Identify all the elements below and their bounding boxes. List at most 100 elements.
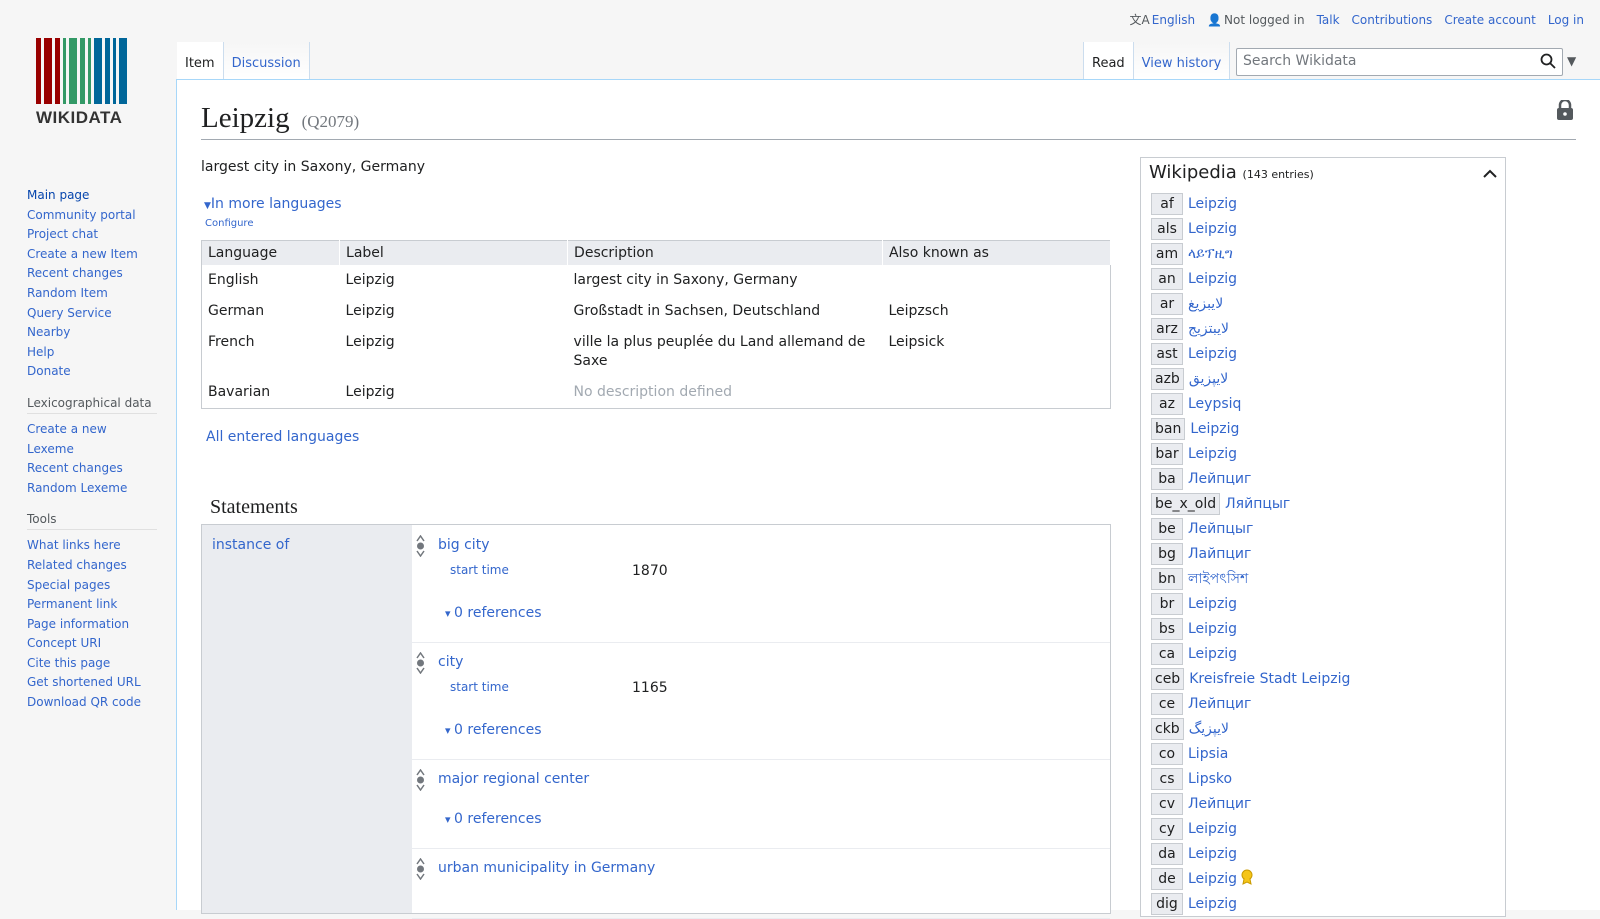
sitelink-title-link[interactable]: Leipzig	[1188, 221, 1237, 237]
statement-value-link[interactable]: city	[438, 654, 463, 670]
sitelink-title-link[interactable]: লাইপৎসিশ	[1188, 567, 1248, 591]
sidebar-item-what-links-here[interactable]: What links here	[27, 536, 157, 556]
sidebar-item-main-page[interactable]: Main page	[27, 186, 157, 206]
sitelink-site-code: ceb	[1151, 667, 1185, 690]
sitelink-title-link[interactable]: Leipzig	[1188, 446, 1237, 462]
sitelink-site-code: be	[1151, 517, 1183, 540]
sidebar-item-special-pages[interactable]: Special pages	[27, 576, 157, 596]
sitelink-title-link[interactable]: Leipzig	[1188, 346, 1237, 362]
all-entered-languages-link[interactable]: All entered languages	[206, 429, 359, 445]
sitelink-title-link[interactable]: Лейпциг	[1188, 471, 1251, 487]
good-article-icon	[1241, 869, 1253, 889]
sitelink-title-link[interactable]: Лайпциг	[1188, 546, 1251, 562]
sitelink-title-link[interactable]: Leipzig	[1188, 271, 1237, 287]
rank-normal-icon[interactable]	[416, 768, 425, 795]
references-toggle[interactable]: ▾ 0 references	[445, 811, 542, 827]
sidebar-item-lexeme-recent-changes[interactable]: Recent changes	[27, 459, 157, 479]
statement-value-link[interactable]: urban municipality in Germany	[438, 860, 655, 876]
language-selector[interactable]: 文A English	[1130, 11, 1196, 28]
configure-link[interactable]: Configure	[205, 218, 253, 229]
search-input[interactable]	[1237, 49, 1529, 73]
references-label: 0 references	[454, 722, 542, 738]
tools-links: What links here Related changes Special pa…	[27, 536, 157, 712]
sitelink-title-link[interactable]: Leipzig	[1188, 871, 1237, 887]
sitelink-title-link[interactable]: Leipzig	[1188, 196, 1237, 212]
qualifier-property-link[interactable]: start time	[450, 563, 509, 577]
sitelink-title-link[interactable]: Leipzig	[1188, 646, 1237, 662]
statement-value-link[interactable]: major regional center	[438, 771, 589, 787]
sitelink-title-link[interactable]: Лейпцыг	[1188, 521, 1253, 537]
references-toggle[interactable]: ▾ 0 references	[445, 605, 542, 621]
sidebar-item-get-shortened-url[interactable]: Get shortened URL	[27, 673, 157, 693]
language-link[interactable]: English	[1152, 13, 1195, 27]
sidebar-item-download-qr-code[interactable]: Download QR code	[27, 693, 157, 713]
sidebar-item-nearby[interactable]: Nearby	[27, 323, 157, 343]
property-link[interactable]: instance of	[212, 537, 289, 553]
sitelink-site-code: ce	[1151, 692, 1183, 715]
tab-read[interactable]: Read	[1083, 42, 1134, 79]
sitelink-title-link[interactable]: Leypsiq	[1188, 396, 1241, 412]
lock-icon[interactable]	[1556, 98, 1574, 124]
sitelink-title-link[interactable]: Leipzig	[1188, 821, 1237, 837]
sidebar-item-page-information[interactable]: Page information	[27, 615, 157, 635]
sitelink-title-link[interactable]: ላይፕዚግ	[1188, 246, 1233, 262]
sitelink-title-link[interactable]: Ляйпцыг	[1225, 496, 1290, 512]
sitelink-site-code: azb	[1151, 367, 1184, 390]
sitelink-row: cy Leipzig	[1151, 816, 1350, 841]
language-table-body: English Leipzig largest city in Saxony, Ge…	[202, 265, 1111, 409]
sidebar-item-lexeme-create-a-new-lexeme[interactable]: Create a new Lexeme	[27, 420, 157, 459]
sitelink-title-link[interactable]: Leipzig	[1188, 596, 1237, 612]
sitelink-title-link[interactable]: Kreisfreie Stadt Leipzig	[1189, 671, 1350, 687]
tab-view-history[interactable]: View history	[1133, 42, 1231, 79]
sitelink-title-link[interactable]: Leipzig	[1188, 621, 1237, 637]
sitelink-title-link[interactable]: Leipzig	[1188, 896, 1237, 912]
in-more-languages-toggle[interactable]: ▼In more languages	[204, 196, 342, 212]
sitelink-site-code: af	[1151, 192, 1183, 215]
tab-discussion[interactable]: Discussion	[223, 42, 310, 79]
item-label: Leipzig	[201, 102, 290, 134]
sitelink-title-link[interactable]: Leipzig	[1188, 846, 1237, 862]
table-row: Bavarian Leipzig No description defined	[202, 377, 1111, 409]
sitelink-title-link[interactable]: لايبزيغ	[1188, 296, 1223, 312]
sidebar-item-project-chat[interactable]: Project chat	[27, 225, 157, 245]
contributions-link[interactable]: Contributions	[1352, 13, 1433, 27]
sitelink-title-link[interactable]: لایپزیگ	[1189, 721, 1229, 737]
rank-normal-icon[interactable]	[416, 857, 425, 884]
sidebar-item-concept-uri[interactable]: Concept URI	[27, 634, 157, 654]
sidebar-item-lexeme-random-lexeme[interactable]: Random Lexeme	[27, 479, 157, 499]
sidebar-item-cite-this-page[interactable]: Cite this page	[27, 654, 157, 674]
statement-value-link[interactable]: big city	[438, 537, 489, 553]
create-account-link[interactable]: Create account	[1444, 13, 1536, 27]
sidebar-item-query-service[interactable]: Query Service	[27, 304, 157, 324]
rank-normal-icon[interactable]	[416, 534, 425, 561]
sidebar-item-donate[interactable]: Donate	[27, 362, 157, 382]
sitelinks-heading: Wikipedia (143 entries)	[1149, 162, 1314, 183]
wikidata-logo[interactable]: WIKIDATA	[36, 38, 140, 128]
collapse-chevron-up-icon[interactable]	[1483, 164, 1497, 183]
qualifier-property-link[interactable]: start time	[450, 680, 509, 694]
login-link[interactable]: Log in	[1548, 13, 1584, 27]
sitelink-title-link[interactable]: Leipzig	[1190, 421, 1239, 437]
sitelink-title-link[interactable]: لايبتزيج	[1188, 321, 1229, 337]
more-actions-dropdown-icon[interactable]: ▼	[1567, 54, 1576, 68]
sidebar-item-random-item[interactable]: Random Item	[27, 284, 157, 304]
sitelink-title-link[interactable]: Лейпциг	[1188, 796, 1251, 812]
sitelink-row: be_x_old Ляйпцыг	[1151, 491, 1350, 516]
sidebar-item-permanent-link[interactable]: Permanent link	[27, 595, 157, 615]
sitelink-title-link[interactable]: Lipsia	[1188, 746, 1228, 762]
sidebar-item-related-changes[interactable]: Related changes	[27, 556, 157, 576]
talk-link[interactable]: Talk	[1317, 13, 1340, 27]
sitelink-title-link[interactable]: Lipsko	[1188, 771, 1232, 787]
rank-normal-icon[interactable]	[416, 651, 425, 678]
tab-item[interactable]: Item	[177, 42, 224, 79]
sidebar-item-community-portal[interactable]: Community portal	[27, 206, 157, 226]
search-icon[interactable]	[1540, 53, 1556, 73]
sidebar-item-recent-changes[interactable]: Recent changes	[27, 264, 157, 284]
sitelink-title-link[interactable]: لایپزیق	[1189, 371, 1228, 387]
references-toggle[interactable]: ▾ 0 references	[445, 722, 542, 738]
search-box	[1236, 48, 1563, 76]
sitelink-title-link[interactable]: Лейпциг	[1188, 696, 1251, 712]
view-tabs: Read View history	[1083, 42, 1231, 79]
sidebar-item-create-a-new-item[interactable]: Create a new Item	[27, 245, 157, 265]
sidebar-item-help[interactable]: Help	[27, 343, 157, 363]
